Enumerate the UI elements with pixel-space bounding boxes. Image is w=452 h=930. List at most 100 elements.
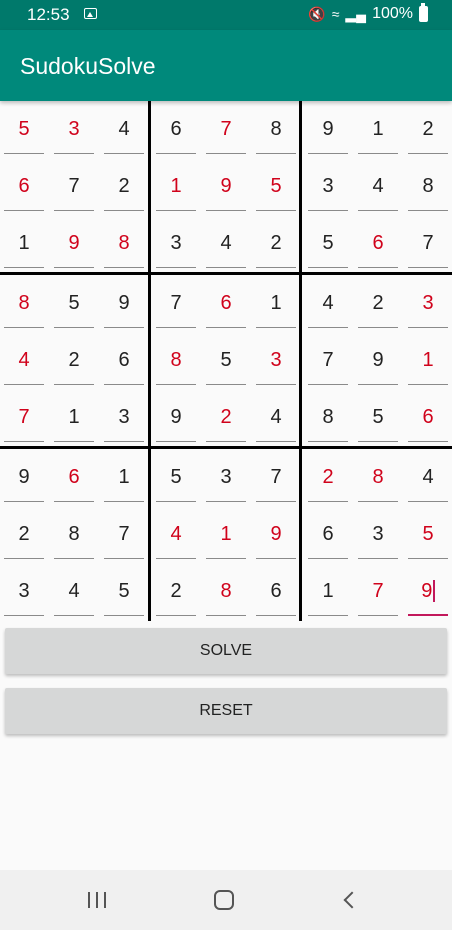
sudoku-cell[interactable]: 7	[408, 215, 448, 271]
sudoku-cell[interactable]: 3	[104, 389, 144, 445]
cell-value: 6	[322, 522, 334, 545]
sudoku-cell[interactable]: 2	[54, 332, 94, 388]
sudoku-cell[interactable]: 5	[308, 215, 348, 271]
cell-value: 1	[18, 231, 30, 254]
cell-value: 2	[322, 465, 334, 488]
sudoku-cell[interactable]: 6	[4, 158, 44, 214]
sudoku-cell[interactable]: 5	[358, 389, 398, 445]
sudoku-cell-focused[interactable]: 9	[408, 563, 448, 619]
sudoku-cell[interactable]: 1	[4, 215, 44, 271]
sudoku-cell[interactable]: 8	[358, 449, 398, 505]
sudoku-cell[interactable]: 2	[256, 215, 296, 271]
cell-value: 8	[68, 522, 80, 545]
sudoku-cell[interactable]: 4	[54, 563, 94, 619]
sudoku-cell[interactable]: 7	[104, 506, 144, 562]
sudoku-cell[interactable]: 9	[308, 101, 348, 157]
sudoku-cell[interactable]: 2	[206, 389, 246, 445]
sudoku-cell[interactable]: 1	[104, 449, 144, 505]
sudoku-cell[interactable]: 9	[358, 332, 398, 388]
cell-value: 7	[422, 231, 434, 254]
sudoku-cell[interactable]: 5	[156, 449, 196, 505]
sudoku-cell[interactable]: 6	[54, 449, 94, 505]
cell-value: 9	[68, 231, 80, 254]
reset-button[interactable]: RESET	[5, 688, 447, 734]
sudoku-cell[interactable]: 9	[256, 506, 296, 562]
sudoku-cell[interactable]: 4	[4, 332, 44, 388]
cell-value: 8	[372, 465, 384, 488]
sudoku-cell[interactable]: 2	[408, 101, 448, 157]
sudoku-cell[interactable]: 1	[358, 101, 398, 157]
sudoku-cell[interactable]: 7	[256, 449, 296, 505]
sudoku-cell[interactable]: 2	[104, 158, 144, 214]
mute-icon: 🔇	[308, 6, 326, 22]
sudoku-cell[interactable]: 4	[206, 215, 246, 271]
sudoku-cell[interactable]: 3	[156, 215, 196, 271]
sudoku-cell[interactable]: 3	[358, 506, 398, 562]
sudoku-cell[interactable]: 3	[256, 332, 296, 388]
sudoku-cell[interactable]: 1	[206, 506, 246, 562]
home-icon[interactable]	[214, 890, 234, 910]
sudoku-cell[interactable]: 1	[408, 332, 448, 388]
sudoku-cell[interactable]: 7	[54, 158, 94, 214]
sudoku-cell[interactable]: 8	[156, 332, 196, 388]
sudoku-cell[interactable]: 4	[156, 506, 196, 562]
sudoku-cell[interactable]: 6	[256, 563, 296, 619]
sudoku-cell[interactable]: 9	[54, 215, 94, 271]
sudoku-cell[interactable]: 9	[104, 275, 144, 331]
sudoku-cell[interactable]: 1	[308, 563, 348, 619]
sudoku-cell[interactable]: 1	[54, 389, 94, 445]
sudoku-cell[interactable]: 3	[206, 449, 246, 505]
sudoku-cell[interactable]: 7	[156, 275, 196, 331]
sudoku-cell[interactable]: 4	[104, 101, 144, 157]
sudoku-cell[interactable]: 3	[4, 563, 44, 619]
sudoku-cell[interactable]: 5	[104, 563, 144, 619]
sudoku-cell[interactable]: 5	[256, 158, 296, 214]
sudoku-cell[interactable]: 5	[408, 506, 448, 562]
status-bar: 12:53 🔇 ≈ ▂▄ 100%	[0, 0, 452, 30]
sudoku-cell[interactable]: 8	[104, 215, 144, 271]
sudoku-cell[interactable]: 8	[408, 158, 448, 214]
sudoku-cell[interactable]: 5	[206, 332, 246, 388]
sudoku-cell[interactable]: 2	[308, 449, 348, 505]
sudoku-cell[interactable]: 9	[206, 158, 246, 214]
sudoku-cell[interactable]: 6	[156, 101, 196, 157]
sudoku-cell[interactable]: 3	[408, 275, 448, 331]
sudoku-cell[interactable]: 4	[358, 158, 398, 214]
sudoku-cell[interactable]: 4	[256, 389, 296, 445]
sudoku-cell[interactable]: 7	[4, 389, 44, 445]
sudoku-cell[interactable]: 7	[308, 332, 348, 388]
sudoku-cell[interactable]: 6	[308, 506, 348, 562]
back-icon[interactable]	[343, 891, 361, 909]
sudoku-cell[interactable]: 1	[156, 158, 196, 214]
sudoku-cell[interactable]: 4	[308, 275, 348, 331]
sudoku-cell[interactable]: 5	[4, 101, 44, 157]
sudoku-cell[interactable]: 8	[4, 275, 44, 331]
sudoku-cell[interactable]: 5	[54, 275, 94, 331]
sudoku-cell[interactable]: 8	[256, 101, 296, 157]
sudoku-cell[interactable]: 6	[408, 389, 448, 445]
sudoku-cell[interactable]: 3	[54, 101, 94, 157]
cell-value: 3	[372, 522, 384, 545]
solve-button[interactable]: SOLVE	[5, 628, 447, 674]
sudoku-cell[interactable]: 2	[4, 506, 44, 562]
sudoku-cell[interactable]: 3	[308, 158, 348, 214]
block-divider-horizontal	[0, 446, 452, 449]
sudoku-cell[interactable]: 7	[206, 101, 246, 157]
sudoku-cell[interactable]: 9	[4, 449, 44, 505]
sudoku-cell[interactable]: 8	[54, 506, 94, 562]
cell-value: 6	[170, 117, 182, 140]
recents-icon[interactable]	[88, 892, 108, 908]
sudoku-cell[interactable]: 1	[256, 275, 296, 331]
sudoku-cell[interactable]: 6	[104, 332, 144, 388]
sudoku-cell[interactable]: 4	[408, 449, 448, 505]
sudoku-cell[interactable]: 8	[308, 389, 348, 445]
sudoku-cell[interactable]: 2	[156, 563, 196, 619]
cell-value: 4	[68, 579, 80, 602]
sudoku-cell[interactable]: 7	[358, 563, 398, 619]
sudoku-cell[interactable]: 6	[358, 215, 398, 271]
block-divider-vertical	[148, 101, 151, 621]
sudoku-cell[interactable]: 6	[206, 275, 246, 331]
sudoku-cell[interactable]: 9	[156, 389, 196, 445]
sudoku-cell[interactable]: 2	[358, 275, 398, 331]
sudoku-cell[interactable]: 8	[206, 563, 246, 619]
